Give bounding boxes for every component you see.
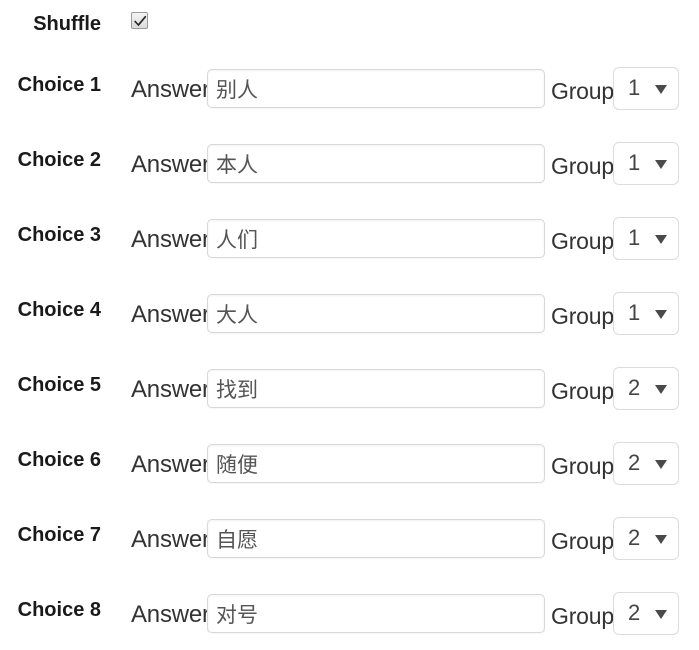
answer-input[interactable] [207, 69, 545, 108]
group-select[interactable]: 1 [613, 142, 679, 185]
chevron-down-icon [655, 310, 667, 319]
answer-input[interactable] [207, 594, 545, 633]
group-label: Group [551, 453, 614, 479]
choice-label: Choice 2 [17, 149, 101, 171]
choice-label: Choice 5 [17, 374, 101, 396]
group-select-value: 1 [628, 300, 641, 325]
chevron-down-icon [655, 610, 667, 619]
group-label: Group [551, 528, 614, 554]
group-select[interactable]: 1 [613, 217, 679, 260]
answer-label: Answer [131, 226, 210, 253]
chevron-down-icon [655, 460, 667, 469]
group-label: Group [551, 228, 614, 254]
choice-row: Choice 4 Answer Group 1 [0, 275, 699, 350]
choice-row: Choice 7 Answer Group 2 [0, 500, 699, 575]
group-label: Group [551, 603, 614, 629]
group-select[interactable]: 1 [613, 67, 679, 110]
group-label: Group [551, 378, 614, 404]
group-select-value: 2 [628, 600, 641, 625]
choice-label: Choice 6 [17, 449, 101, 471]
group-label: Group [551, 153, 614, 179]
chevron-down-icon [655, 385, 667, 394]
shuffle-checkbox[interactable] [131, 12, 148, 29]
group-select-value: 2 [628, 375, 641, 400]
chevron-down-icon [655, 160, 667, 169]
group-select-value: 1 [628, 225, 641, 250]
choice-label: Choice 3 [17, 224, 101, 246]
choice-row: Choice 2 Answer Group 1 [0, 125, 699, 200]
chevron-down-icon [655, 235, 667, 244]
answer-label: Answer [131, 151, 210, 178]
shuffle-row: Shuffle [0, 0, 699, 50]
answer-input[interactable] [207, 369, 545, 408]
choice-label: Choice 1 [17, 74, 101, 96]
chevron-down-icon [655, 535, 667, 544]
choice-row: Choice 6 Answer Group 2 [0, 425, 699, 500]
choice-label: Choice 8 [17, 599, 101, 621]
answer-label: Answer [131, 601, 210, 628]
choice-label: Choice 4 [17, 299, 101, 321]
choice-label: Choice 7 [17, 524, 101, 546]
choice-row: Choice 5 Answer Group 2 [0, 350, 699, 425]
group-select-value: 2 [628, 450, 641, 475]
answer-label: Answer [131, 526, 210, 553]
choice-editor-form: Shuffle Choice 1 Answer Group 1 Choice 2 Answ… [0, 0, 699, 650]
answer-input[interactable] [207, 444, 545, 483]
chevron-down-icon [655, 85, 667, 94]
answer-label: Answer [131, 376, 210, 403]
answer-label: Answer [131, 451, 210, 478]
answer-input[interactable] [207, 144, 545, 183]
group-label: Group [551, 78, 614, 104]
group-label: Group [551, 303, 614, 329]
group-select-value: 1 [628, 150, 641, 175]
shuffle-label: Shuffle [33, 13, 101, 35]
answer-input[interactable] [207, 219, 545, 258]
choice-row: Choice 8 Answer Group 2 [0, 575, 699, 650]
answer-input[interactable] [207, 519, 545, 558]
answer-label: Answer [131, 301, 210, 328]
choice-row: Choice 1 Answer Group 1 [0, 50, 699, 125]
group-select-value: 1 [628, 75, 641, 100]
group-select-value: 2 [628, 525, 641, 550]
choice-rows-container: Choice 1 Answer Group 1 Choice 2 Answer Group 1… [0, 50, 699, 650]
answer-label: Answer [131, 76, 210, 103]
group-select[interactable]: 1 [613, 292, 679, 335]
choice-row: Choice 3 Answer Group 1 [0, 200, 699, 275]
checkmark-icon [134, 15, 147, 27]
answer-input[interactable] [207, 294, 545, 333]
group-select[interactable]: 2 [613, 367, 679, 410]
group-select[interactable]: 2 [613, 442, 679, 485]
group-select[interactable]: 2 [613, 517, 679, 560]
group-select[interactable]: 2 [613, 592, 679, 635]
